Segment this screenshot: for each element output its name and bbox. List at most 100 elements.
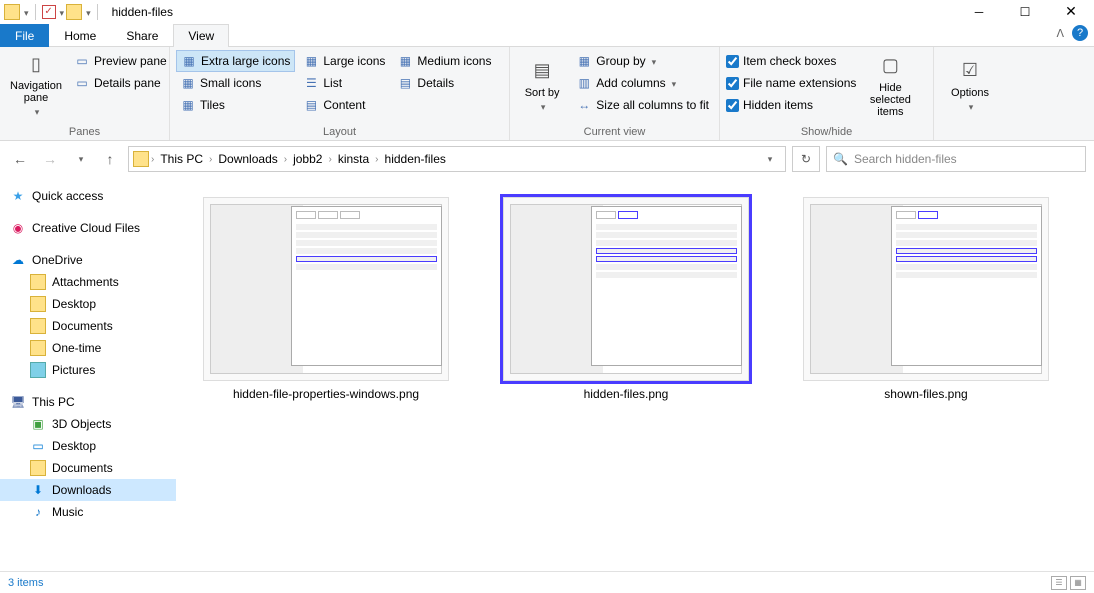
grid-icon: ▦ xyxy=(181,53,197,69)
crumb-downloads[interactable]: Downloads xyxy=(214,147,281,171)
sidebar-documents-2[interactable]: Documents xyxy=(0,457,176,479)
medium-icons-button[interactable]: ▦Medium icons xyxy=(393,50,495,72)
search-placeholder: Search hidden-files xyxy=(854,152,957,166)
preview-pane-button[interactable]: ▭Preview pane xyxy=(70,50,171,72)
details-button[interactable]: ▤Details xyxy=(393,72,495,94)
sidebar-onedrive[interactable]: ☁OneDrive xyxy=(0,249,176,271)
close-button[interactable]: ✕ xyxy=(1048,0,1094,23)
file-list[interactable]: hidden-file-properties-windows.png hidde… xyxy=(176,177,1094,571)
file-item[interactable]: shown-files.png xyxy=(786,197,1066,401)
sidebar-quick-access[interactable]: ★Quick access xyxy=(0,185,176,207)
forward-button[interactable]: → xyxy=(38,147,62,171)
up-button[interactable]: ↑ xyxy=(98,147,122,171)
history-button[interactable] xyxy=(68,147,92,171)
sidebar-downloads[interactable]: ⬇Downloads xyxy=(0,479,176,501)
options-icon: ☑ xyxy=(954,57,986,85)
preview-pane-icon: ▭ xyxy=(74,53,90,69)
tab-view[interactable]: View xyxy=(173,24,229,47)
size-columns-button[interactable]: ↔Size all columns to fit xyxy=(572,94,713,116)
details-pane-icon: ▭ xyxy=(74,75,90,91)
navigation-pane-icon: ▯ xyxy=(20,52,52,78)
status-text: 3 items xyxy=(8,577,43,589)
minimize-button[interactable]: ─ xyxy=(956,0,1002,23)
add-columns-button[interactable]: ▥Add columns xyxy=(572,72,713,94)
group-label-layout: Layout xyxy=(170,126,509,140)
sidebar-pictures[interactable]: Pictures xyxy=(0,359,176,381)
sidebar-one-time[interactable]: One-time xyxy=(0,337,176,359)
sidebar-this-pc[interactable]: 🖥This PC xyxy=(0,391,176,413)
details-icon: ▤ xyxy=(397,75,413,91)
tab-share[interactable]: Share xyxy=(111,24,173,47)
file-thumbnail xyxy=(203,197,449,381)
crumb-hidden-files[interactable]: hidden-files xyxy=(381,147,450,171)
navigation-pane-button[interactable]: ▯ Navigation pane xyxy=(6,50,66,120)
thumbnails-view-icon[interactable]: ▦ xyxy=(1070,576,1086,590)
desktop-icon: ▭ xyxy=(30,438,46,454)
folder-icon xyxy=(4,4,20,20)
sidebar[interactable]: ★Quick access ◉Creative Cloud Files ☁One… xyxy=(0,177,176,571)
checkbox-icon[interactable]: ✓ xyxy=(42,5,56,19)
sort-by-button[interactable]: ▤ Sort by xyxy=(516,50,568,120)
fit-icon: ↔ xyxy=(576,97,592,113)
file-item[interactable]: hidden-files.png xyxy=(486,197,766,401)
item-check-boxes-toggle[interactable]: Item check boxes xyxy=(726,50,856,72)
refresh-button[interactable]: ↻ xyxy=(792,146,820,172)
small-icons-button[interactable]: ▦Small icons xyxy=(176,72,295,94)
sidebar-3d-objects[interactable]: ▣3D Objects xyxy=(0,413,176,435)
hide-icon: ▢ xyxy=(874,52,906,80)
address-bar[interactable]: › This PC› Downloads› jobb2› kinsta› hid… xyxy=(128,146,786,172)
cloud-icon: ☁ xyxy=(10,252,26,268)
star-icon: ★ xyxy=(10,188,26,204)
options-button[interactable]: ☑ Options xyxy=(940,50,1000,120)
details-pane-button[interactable]: ▭Details pane xyxy=(70,72,171,94)
sort-icon: ▤ xyxy=(526,57,558,85)
sidebar-attachments[interactable]: Attachments xyxy=(0,271,176,293)
grid-icon: ▦ xyxy=(397,53,413,69)
quick-access-toolbar: ✓ xyxy=(0,4,106,20)
content-button[interactable]: ▤Content xyxy=(299,94,389,116)
pc-icon: 🖥 xyxy=(10,394,26,410)
crumb-this-pc[interactable]: This PC xyxy=(156,147,207,171)
grid-icon: ▦ xyxy=(303,53,319,69)
tab-home[interactable]: Home xyxy=(49,24,111,47)
qat-dropdown-2[interactable] xyxy=(58,5,65,19)
ribbon-collapse-icon[interactable]: ᐱ xyxy=(1056,27,1064,40)
sidebar-documents[interactable]: Documents xyxy=(0,315,176,337)
list-button[interactable]: ☰List xyxy=(299,72,389,94)
window-title: hidden-files xyxy=(112,5,173,19)
file-name: shown-files.png xyxy=(884,387,967,401)
folder-icon xyxy=(30,318,46,334)
maximize-button[interactable]: ☐ xyxy=(1002,0,1048,23)
sidebar-desktop-2[interactable]: ▭Desktop xyxy=(0,435,176,457)
hide-selected-button[interactable]: ▢ Hide selected items xyxy=(860,50,920,120)
sidebar-desktop[interactable]: Desktop xyxy=(0,293,176,315)
extra-large-icons-button[interactable]: ▦Extra large icons xyxy=(176,50,295,72)
crumb-jobb2[interactable]: jobb2 xyxy=(289,147,326,171)
qat-dropdown-3[interactable] xyxy=(84,5,91,19)
pictures-icon xyxy=(30,362,46,378)
hidden-items-toggle[interactable]: Hidden items xyxy=(726,94,856,116)
group-label-showhide: Show/hide xyxy=(720,126,933,140)
sidebar-creative-cloud[interactable]: ◉Creative Cloud Files xyxy=(0,217,176,239)
details-view-icon[interactable]: ☰ xyxy=(1051,576,1067,590)
tiles-icon: ▦ xyxy=(180,97,196,113)
large-icons-button[interactable]: ▦Large icons xyxy=(299,50,389,72)
title-bar: ✓ hidden-files ─ ☐ ✕ xyxy=(0,0,1094,23)
address-dropdown[interactable] xyxy=(757,147,781,171)
group-by-button[interactable]: ▦Group by xyxy=(572,50,713,72)
search-icon: 🔍 xyxy=(833,152,848,166)
search-box[interactable]: 🔍 Search hidden-files xyxy=(826,146,1086,172)
status-bar: 3 items ☰ ▦ xyxy=(0,571,1094,593)
file-item[interactable]: hidden-file-properties-windows.png xyxy=(186,197,466,401)
tiles-button[interactable]: ▦Tiles xyxy=(176,94,295,116)
back-button[interactable]: ← xyxy=(8,147,32,171)
crumb-kinsta[interactable]: kinsta xyxy=(334,147,373,171)
sidebar-music[interactable]: ♪Music xyxy=(0,501,176,523)
file-thumbnail xyxy=(503,197,749,381)
help-icon[interactable]: ? xyxy=(1072,25,1088,41)
file-extensions-toggle[interactable]: File name extensions xyxy=(726,72,856,94)
qat-dropdown[interactable] xyxy=(22,5,29,19)
tab-file[interactable]: File xyxy=(0,24,49,47)
documents-icon xyxy=(30,460,46,476)
file-thumbnail xyxy=(803,197,1049,381)
